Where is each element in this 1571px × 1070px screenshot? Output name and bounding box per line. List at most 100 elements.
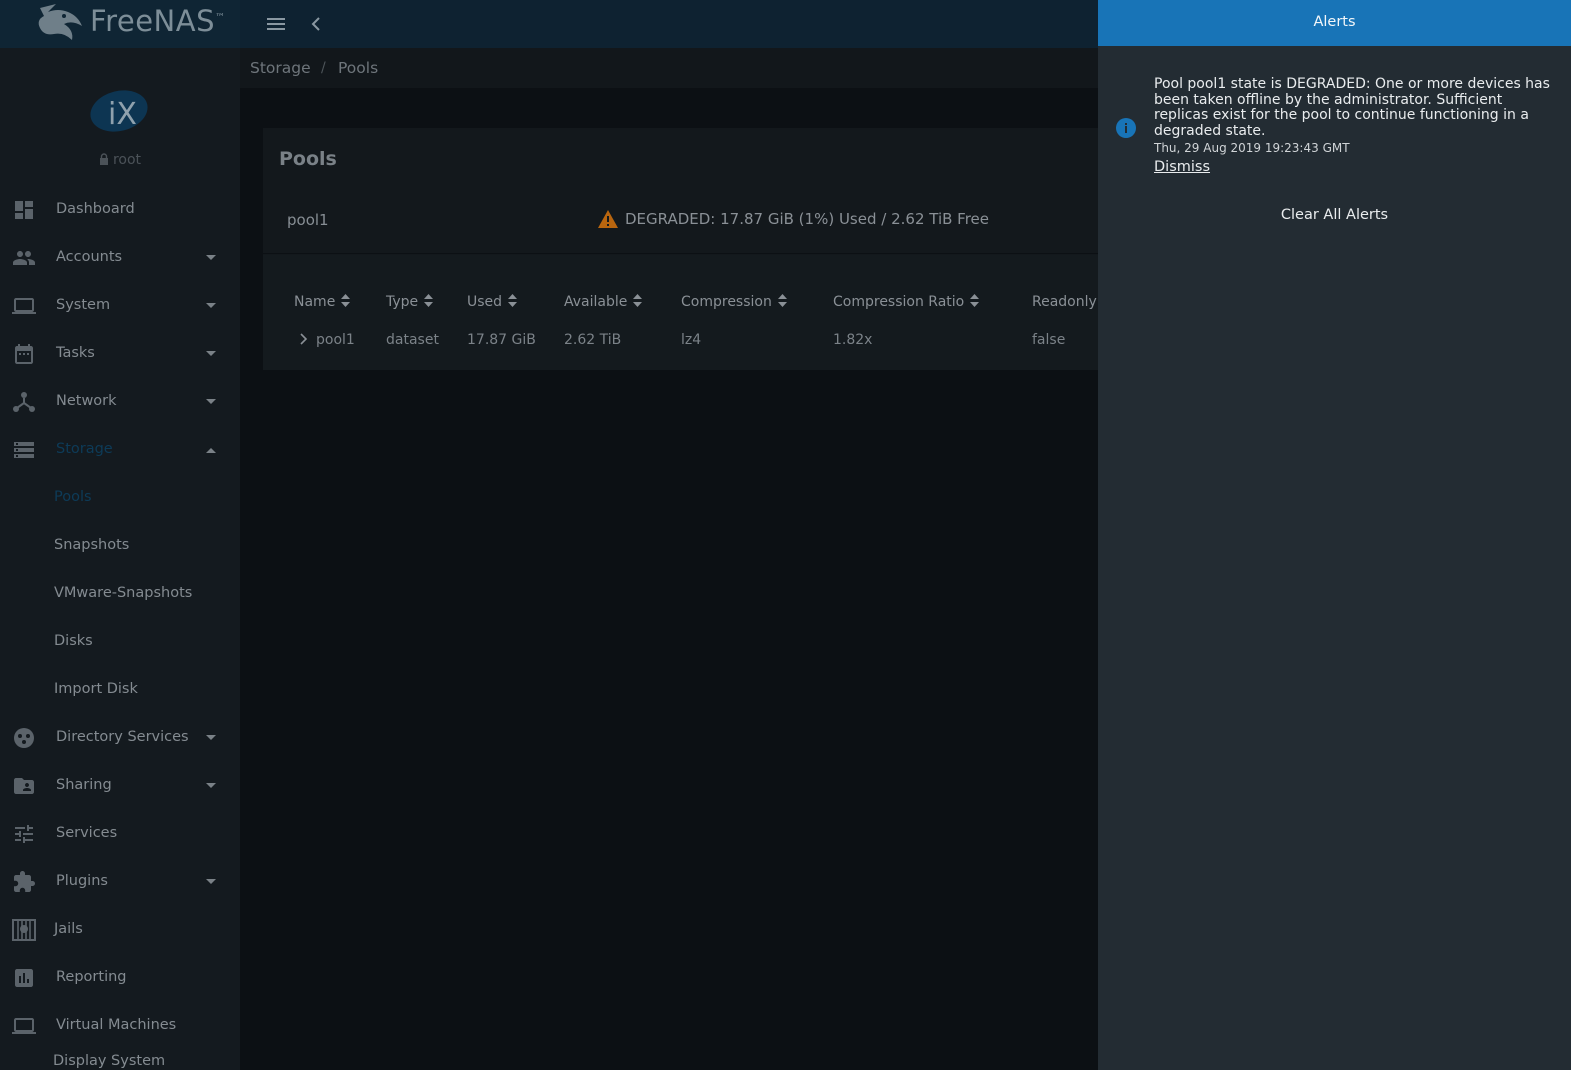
sidebar-item-directory-services[interactable]: Directory Services [0, 714, 240, 762]
sidebar-item-plugins[interactable]: Plugins [0, 858, 240, 906]
sidebar-item-storage[interactable]: Storage [0, 426, 240, 474]
sort-icon [633, 294, 643, 307]
sidebar-item-vmware-snapshots[interactable]: VMware-Snapshots [0, 570, 240, 618]
clear-all-alerts-button[interactable]: Clear All Alerts [1098, 207, 1571, 223]
sidebar-item-label: Accounts [56, 249, 123, 265]
sidebar-item-label: Directory Services [56, 729, 189, 745]
sidebar-item-sharing[interactable]: Sharing [0, 762, 240, 810]
dashboard-icon [15, 201, 33, 219]
sidebar-item-network[interactable]: Network [0, 378, 240, 426]
cell-compression-ratio: 1.82x [833, 332, 873, 348]
jail-icon [12, 919, 36, 941]
collapse-sidebar-button[interactable] [304, 12, 328, 36]
sidebar-item-services[interactable]: Services [0, 810, 240, 858]
sort-icon [777, 294, 787, 307]
storage-icon [14, 442, 34, 458]
sort-icon [424, 294, 434, 307]
alerts-title: Alerts [1313, 14, 1356, 30]
breadcrumb: Storage / Pools [240, 48, 1098, 88]
column-header-label: Type [386, 294, 419, 310]
people-icon [13, 251, 35, 265]
chevron-down-icon [206, 303, 216, 308]
sidebar-item-snapshots[interactable]: Snapshots [0, 522, 240, 570]
column-header-compression-ratio[interactable]: Compression Ratio [833, 294, 980, 310]
sidebar: iX root Dashboard Accounts System Tasks … [0, 48, 240, 1070]
cell-name: pool1 [316, 332, 355, 348]
sidebar-item-accounts[interactable]: Accounts [0, 234, 240, 282]
column-header-compression[interactable]: Compression [681, 294, 787, 310]
sidebar-item-label: Services [56, 825, 118, 841]
column-header-label: Available [564, 294, 628, 310]
breadcrumb-pools: Pools [338, 59, 379, 77]
freenas-shark-logo-icon [38, 4, 82, 40]
sort-icon [970, 294, 980, 307]
alert-message: Pool pool1 state is DEGRADED: One or mor… [1154, 76, 1550, 139]
column-header-name[interactable]: Name [294, 294, 351, 310]
column-header-label: Used [467, 294, 503, 310]
column-header-label: Compression [681, 294, 772, 310]
alerts-panel: Alerts Pool pool1 state is DEGRADED: One… [1098, 0, 1571, 1070]
tune-icon [15, 825, 33, 843]
brand[interactable]: FreeNAS™ [0, 0, 240, 48]
sidebar-item-tasks[interactable]: Tasks [0, 330, 240, 378]
card-title: Pools [279, 148, 337, 170]
user-label: root [112, 152, 142, 168]
sidebar-item-pools[interactable]: Pools [0, 474, 240, 522]
puzzle-icon [14, 871, 35, 892]
sidebar-item-label: Jails [54, 921, 83, 937]
sidebar-item-label: Tasks [56, 345, 95, 361]
brand-text: FreeNAS [90, 4, 215, 38]
chevron-down-icon [206, 879, 216, 884]
sidebar-item-virtual-machines[interactable]: Virtual Machines [0, 1002, 240, 1050]
sidebar-item-label: Snapshots [54, 537, 130, 553]
sidebar-item-jails[interactable]: Jails [0, 906, 240, 954]
info-icon [1116, 118, 1136, 138]
dismiss-button[interactable]: Dismiss [1154, 159, 1210, 175]
brand-name: FreeNAS™ [90, 4, 225, 38]
chevron-down-icon [206, 735, 216, 740]
sidebar-item-label: Disks [54, 633, 93, 649]
cell-compression: lz4 [681, 332, 702, 348]
chevron-down-icon [206, 351, 216, 356]
sidebar-item-reporting[interactable]: Reporting [0, 954, 240, 1002]
alert-timestamp: Thu, 29 Aug 2019 19:23:43 GMT [1154, 141, 1350, 155]
chart-icon [15, 969, 33, 987]
sort-icon [508, 294, 518, 307]
alerts-header: Alerts [1098, 0, 1571, 46]
arrow-icon [12, 1064, 36, 1070]
computer-icon [12, 1018, 36, 1034]
sidebar-item-label: Storage [56, 441, 113, 457]
pool-name: pool1 [287, 211, 329, 229]
network-icon [13, 392, 35, 412]
sort-icon [341, 294, 351, 307]
breadcrumb-separator: / [321, 60, 326, 76]
sidebar-item-label: System [56, 297, 111, 313]
sidebar-item-label: VMware-Snapshots [54, 585, 193, 601]
sidebar-item-label: Display System [53, 1053, 166, 1069]
datasets-table: Name Type Used Available Compression Com… [263, 255, 1098, 370]
column-header-type[interactable]: Type [386, 294, 434, 310]
sidebar-item-label: Pools [54, 489, 92, 505]
cell-readonly: false [1032, 332, 1066, 348]
user-name: root [0, 152, 240, 168]
breadcrumb-storage[interactable]: Storage [250, 59, 311, 77]
column-header-available[interactable]: Available [564, 294, 643, 310]
sidebar-item-label: Sharing [56, 777, 112, 793]
cell-type: dataset [386, 332, 439, 348]
sidebar-item-disks[interactable]: Disks [0, 618, 240, 666]
chevron-right-icon[interactable] [299, 332, 309, 346]
sidebar-item-label: Dashboard [56, 201, 135, 217]
chevron-down-icon [206, 255, 216, 260]
column-header-used[interactable]: Used [467, 294, 518, 310]
column-header-readonly[interactable]: Readonly [1032, 294, 1097, 310]
warning-icon [598, 210, 618, 228]
cell-used: 17.87 GiB [467, 332, 536, 348]
column-header-label: Compression Ratio [833, 294, 965, 310]
pools-card: Pools pool1 DEGRADED: 17.87 GiB (1%) Use… [263, 128, 1098, 370]
ix-logo-text: iX [108, 97, 137, 132]
sidebar-item-display-system[interactable]: Display System [0, 1048, 240, 1070]
sidebar-item-dashboard[interactable]: Dashboard [0, 186, 240, 234]
menu-button[interactable] [264, 12, 288, 36]
sidebar-item-import-disk[interactable]: Import Disk [0, 666, 240, 714]
sidebar-item-system[interactable]: System [0, 282, 240, 330]
